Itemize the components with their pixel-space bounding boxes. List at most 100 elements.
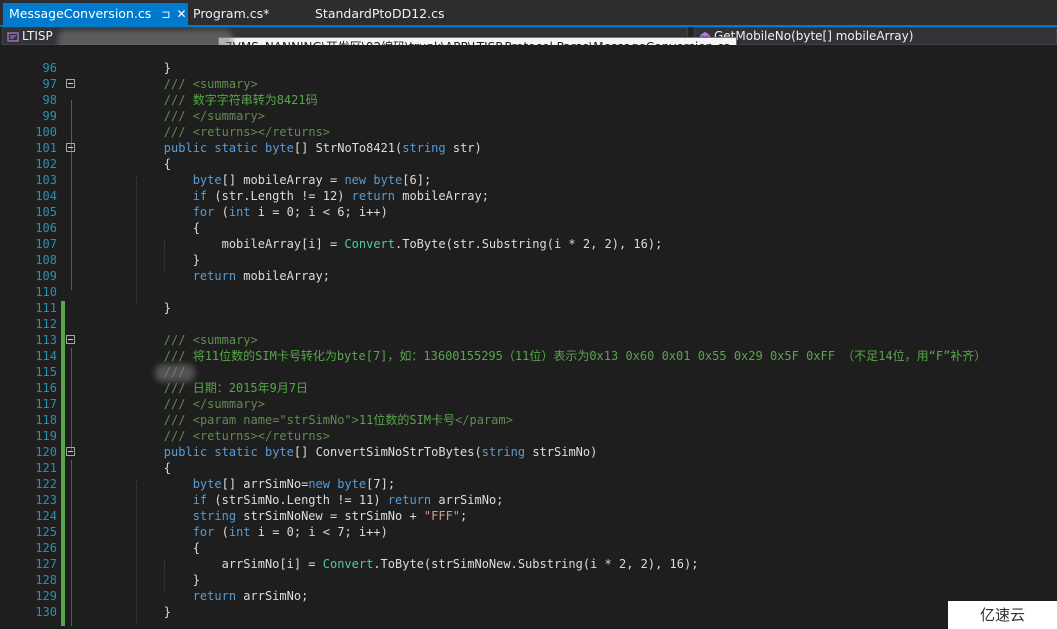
code-text: return mobileArray;	[192, 269, 330, 283]
member-dropdown-label: GetMobileNo(byte[] mobileArray)	[714, 29, 914, 43]
code-text: /// </summary>	[163, 109, 265, 123]
code-line: 102 {	[0, 156, 1057, 172]
line-number: 120	[35, 445, 57, 459]
code-line: 121 {	[0, 460, 1057, 476]
code-line: 123 if (strSimNo.Length != 11) return ar…	[0, 492, 1057, 508]
code-text: /// </summary>	[163, 397, 265, 411]
code-text: }	[106, 301, 172, 315]
line-number: 122	[35, 477, 57, 491]
line-number: 103	[35, 173, 57, 187]
code-text: }	[106, 605, 172, 619]
code-text: /// <summary>	[163, 333, 258, 347]
code-line: 105 for (int i = 0; i < 6; i++)	[0, 204, 1057, 220]
code-line: 130 }	[0, 604, 1057, 620]
code-text: for (int i = 0; i < 7; i++)	[192, 525, 388, 539]
code-editor[interactable]: 96 } 97 /// <summary> 98 /// 数字字符串转为8421码 9…	[0, 45, 1057, 629]
code-line: 106 {	[0, 220, 1057, 236]
code-line: 127 arrSimNo[i] = Convert.ToByte(strSimN…	[0, 556, 1057, 572]
line-number: 106	[35, 221, 57, 235]
code-line: 109 return mobileArray;	[0, 268, 1057, 284]
line-number: 123	[35, 493, 57, 507]
code-line: 117 /// </summary>	[0, 396, 1057, 412]
code-line: 124 string strSimNoNew = strSimNo + "FFF…	[0, 508, 1057, 524]
code-text: string strSimNoNew = strSimNo + "FFF";	[192, 509, 468, 523]
tab-label: MessageConversion.cs	[9, 6, 152, 21]
watermark-logo: 亿速云	[948, 601, 1057, 629]
line-number: 109	[35, 269, 57, 283]
pin-icon[interactable]: ⊐	[161, 8, 170, 21]
line-number: 129	[35, 589, 57, 603]
code-line: 99 /// </summary>	[0, 108, 1057, 124]
code-text: }	[106, 61, 172, 75]
code-text: {	[106, 541, 200, 555]
code-line: 107 mobileArray[i] = Convert.ToByte(str.…	[0, 236, 1057, 252]
code-line: 120 public static byte[] ConvertSimNoStr…	[0, 444, 1057, 460]
line-number: 97	[42, 77, 57, 91]
code-line: 119 /// <returns></returns>	[0, 428, 1057, 444]
code-text: if (str.Length != 12) return mobileArray…	[192, 189, 489, 203]
tab-program[interactable]: Program.cs*	[193, 3, 303, 25]
code-line: 96 }	[0, 60, 1057, 76]
line-number: 105	[35, 205, 57, 219]
code-line: 104 if (str.Length != 12) return mobileA…	[0, 188, 1057, 204]
code-line: 110	[0, 284, 1057, 300]
line-number: 113	[35, 333, 57, 347]
code-text: byte[] mobileArray = new byte[6];	[192, 173, 432, 187]
line-number: 101	[35, 141, 57, 155]
line-number: 99	[42, 109, 57, 123]
collapse-icon[interactable]	[66, 447, 75, 456]
line-number: 108	[35, 253, 57, 267]
collapse-icon[interactable]	[66, 79, 75, 88]
code-line: 112	[0, 316, 1057, 332]
code-text: /// 数字字符串转为8421码	[163, 93, 318, 107]
line-number: 107	[35, 237, 57, 251]
code-line: 98 /// 数字字符串转为8421码	[0, 92, 1057, 108]
line-number: 100	[35, 125, 57, 139]
code-line: 97 /// <summary>	[0, 76, 1057, 92]
tab-messageconversion[interactable]: MessageConversion.cs ⊐ ✕	[3, 3, 188, 25]
code-line: 129 return arrSimNo;	[0, 588, 1057, 604]
redaction-blur	[155, 364, 195, 382]
code-text: if (strSimNo.Length != 11) return arrSim…	[192, 493, 504, 507]
code-text: arrSimNo[i] = Convert.ToByte(strSimNoNew…	[106, 557, 699, 571]
line-number: 104	[35, 189, 57, 203]
line-number: 117	[35, 397, 57, 411]
line-number: 112	[35, 317, 57, 331]
member-dropdown[interactable]: GetMobileNo(byte[] mobileArray)	[694, 27, 1057, 45]
collapse-icon[interactable]	[66, 335, 75, 344]
line-number: 128	[35, 573, 57, 587]
line-number: 130	[35, 605, 57, 619]
code-line: 118 /// <param name="strSimNo">11位数的SIM卡…	[0, 412, 1057, 428]
code-text: {	[106, 221, 200, 235]
code-text: for (int i = 0; i < 6; i++)	[192, 205, 388, 219]
code-line: 126 {	[0, 540, 1057, 556]
line-number: 125	[35, 525, 57, 539]
tab-standardptodd12[interactable]: StandardPtoDD12.cs	[315, 3, 455, 25]
project-icon	[7, 31, 19, 42]
type-dropdown-label: LTISP	[22, 29, 53, 43]
watermark-text: 亿速云	[979, 606, 1025, 624]
line-number: 98	[42, 93, 57, 107]
code-line: 114 /// 将11位数的SIM卡号转化为byte[7]，如：13600155…	[0, 348, 1057, 364]
line-number: 121	[35, 461, 57, 475]
code-text: {	[106, 461, 172, 475]
line-number: 126	[35, 541, 57, 555]
collapse-icon[interactable]	[66, 143, 75, 152]
line-number: 96	[42, 61, 57, 75]
code-text: /// <returns></returns>	[163, 429, 330, 443]
code-text: }	[106, 573, 200, 587]
code-line: 111 }	[0, 300, 1057, 316]
tab-label: Program.cs*	[193, 6, 270, 21]
code-line: 100 /// <returns></returns>	[0, 124, 1057, 140]
line-number: 119	[35, 429, 57, 443]
document-tab-bar: MessageConversion.cs ⊐ ✕ Program.cs* Stand…	[0, 0, 1057, 25]
close-icon[interactable]: ✕	[176, 7, 186, 21]
line-number: 124	[35, 509, 57, 523]
code-line: 108 }	[0, 252, 1057, 268]
code-text: /// 日期：2015年9月7日	[163, 381, 309, 395]
code-line: 125 for (int i = 0; i < 7; i++)	[0, 524, 1057, 540]
code-text: /// <param name="strSimNo">11位数的SIM卡号</p…	[163, 413, 513, 427]
code-text: {	[106, 157, 172, 171]
code-text: /// <returns></returns>	[163, 125, 330, 139]
line-number: 110	[35, 285, 57, 299]
